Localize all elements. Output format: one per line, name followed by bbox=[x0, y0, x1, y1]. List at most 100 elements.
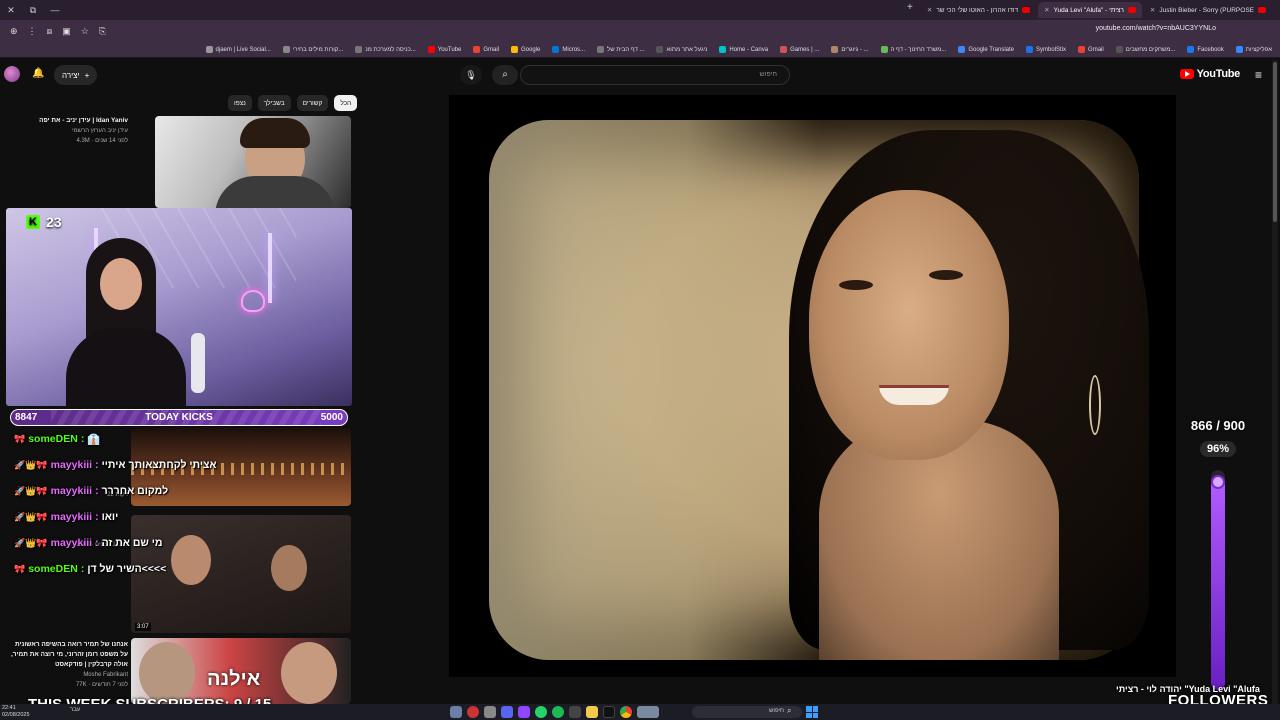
twitch-icon[interactable] bbox=[518, 706, 530, 718]
tab-label: Yuda Levi "Alufa" - רציתי bbox=[1053, 6, 1124, 14]
search-input[interactable]: חיפוש bbox=[520, 65, 790, 85]
bookmark-favicon-icon bbox=[780, 46, 788, 53]
recommendation-meta: עידן יניב - את יפה | Idan Yaniv עידן יני… bbox=[10, 116, 128, 146]
bookmark-item[interactable]: משחקים מחשבים... bbox=[1115, 46, 1176, 53]
close-window-icon[interactable]: ✕ bbox=[0, 5, 22, 16]
bookmark-favicon-icon bbox=[473, 46, 481, 53]
video-player[interactable] bbox=[449, 95, 1176, 677]
bookmark-item[interactable]: קורות מילים בחירי... bbox=[282, 46, 343, 53]
youtube-favicon-icon bbox=[1127, 7, 1136, 13]
maximize-window-icon[interactable]: ⧉ bbox=[22, 5, 44, 16]
bookmark-item[interactable]: Micros... bbox=[552, 46, 585, 53]
recommendation-title[interactable]: אנחנו של תמיר רואה בהשיפה ראשונית על משפ… bbox=[8, 640, 128, 670]
bookmark-item[interactable]: Games | ... bbox=[780, 46, 819, 53]
taskbar-clock[interactable]: 22:41 02/08/2025 bbox=[2, 705, 30, 719]
chrome-icon[interactable] bbox=[620, 706, 632, 718]
install-icon[interactable]: ⎘ bbox=[99, 26, 106, 37]
extensions-icon[interactable]: ⊕ bbox=[10, 26, 18, 37]
recommendation-title[interactable]: עידן יניב - את יפה | Idan Yaniv bbox=[10, 116, 128, 126]
app-icon[interactable] bbox=[484, 706, 496, 718]
bookmark-item[interactable]: כניסה למערכת מנ... bbox=[355, 46, 416, 53]
mic-icon[interactable]: 🎙 bbox=[460, 65, 482, 85]
chip-watched[interactable]: נצפו bbox=[228, 95, 252, 111]
chat-text: 👔 bbox=[87, 433, 101, 446]
bookmark-label: Games | ... bbox=[790, 46, 820, 53]
url-field[interactable]: youtube.com/watch?v=nbAUC3YYNLo bbox=[1096, 25, 1216, 32]
streamer-figure bbox=[66, 238, 186, 406]
spotify-icon[interactable] bbox=[552, 706, 564, 718]
puzzle-icon[interactable]: ⧈ bbox=[47, 26, 53, 37]
close-tab-icon[interactable]: ✕ bbox=[1044, 6, 1049, 14]
browser-titlebar: ✕ ⧉ — + ✕ דודו אהרון - האוטו שלי הכי שר … bbox=[0, 0, 1280, 20]
chat-badges-icon: 🚀👑🎀 bbox=[14, 511, 48, 522]
face-shape bbox=[139, 642, 195, 704]
search-icon[interactable]: ⌕ bbox=[492, 65, 518, 85]
bookmark-label: משחקים מחשבים... bbox=[1125, 46, 1176, 53]
bookmark-item[interactable]: אפליקציות bbox=[1235, 46, 1272, 53]
bookmark-item[interactable]: דף הבית של ... bbox=[597, 46, 644, 53]
bookmark-item[interactable]: משרד החינוך - דף ה... bbox=[880, 46, 946, 53]
chat-username: mayykiii bbox=[50, 459, 93, 471]
new-tab-button[interactable]: + bbox=[901, 2, 919, 18]
bookmark-item[interactable]: djaem | Live Social... bbox=[205, 46, 271, 53]
youtube-favicon-icon bbox=[1022, 7, 1031, 13]
face-shape bbox=[100, 258, 142, 310]
close-tab-icon[interactable]: ✕ bbox=[1150, 6, 1155, 14]
bookmark-favicon-icon bbox=[719, 46, 727, 53]
create-button[interactable]: יצירה + bbox=[54, 65, 98, 85]
app-icon[interactable] bbox=[467, 706, 479, 718]
tab-dudu[interactable]: ✕ דודו אהרון - האוטו שלי הכי שר bbox=[921, 2, 1036, 18]
bookmark-label: ניגעל אתר מתוא bbox=[666, 46, 708, 53]
star-icon[interactable]: ☆ bbox=[81, 26, 89, 37]
bookmark-item[interactable]: YouTube bbox=[427, 46, 461, 53]
chat-separator: : bbox=[80, 433, 85, 445]
followers-goal-percent: 96% bbox=[1200, 441, 1236, 457]
chip-related[interactable]: קשורים bbox=[296, 95, 329, 111]
tiktok-icon[interactable] bbox=[603, 706, 615, 718]
app-icon[interactable] bbox=[569, 706, 581, 718]
chat-message: 🚀👑🎀 mayykiii: מי שם את זה bbox=[14, 530, 354, 556]
bookmark-item[interactable]: SymbolStix bbox=[1026, 46, 1066, 53]
chip-all[interactable]: הכל bbox=[334, 95, 358, 111]
bookmark-favicon-icon bbox=[1026, 46, 1034, 53]
chat-text: השיר של דן<<<< bbox=[87, 563, 167, 575]
avatar[interactable] bbox=[4, 66, 20, 82]
discord-icon[interactable] bbox=[501, 706, 513, 718]
chat-text: מי שם את זה bbox=[101, 537, 163, 549]
whatsapp-icon[interactable] bbox=[535, 706, 547, 718]
youtube-logo[interactable]: YouTube bbox=[1179, 68, 1240, 80]
close-tab-icon[interactable]: ✕ bbox=[927, 6, 932, 14]
language-indicator[interactable]: עבר bbox=[70, 707, 80, 713]
folder-icon[interactable] bbox=[586, 706, 598, 718]
clock-date: 02/08/2025 bbox=[2, 712, 30, 718]
hamburger-menu-icon[interactable]: ≡ bbox=[1255, 68, 1262, 82]
chip-for-you[interactable]: בשבילך bbox=[257, 95, 291, 111]
menu-icon[interactable]: ⋮ bbox=[28, 26, 37, 37]
earring-shape bbox=[1089, 375, 1101, 435]
tab-yuda-levi[interactable]: ✕ Yuda Levi "Alufa" - רציתי bbox=[1038, 2, 1142, 18]
tab-justin-bieber[interactable]: ✕ Justin Bieber - Sorry (PURPOSE bbox=[1144, 2, 1272, 18]
bookmark-item[interactable]: גיוגרים - ... bbox=[831, 46, 869, 53]
bookmark-item[interactable]: Google bbox=[511, 46, 540, 53]
chat-separator: : bbox=[95, 537, 99, 549]
recommendation-channel[interactable]: עידן יניב הערוץ הרשמי bbox=[10, 126, 128, 136]
app-icon[interactable] bbox=[637, 706, 659, 718]
taskbar-search-input[interactable]: חיפוש bbox=[692, 706, 802, 718]
windows-start-icon[interactable] bbox=[806, 706, 818, 718]
minimize-window-icon[interactable]: — bbox=[44, 5, 66, 15]
bookmark-item[interactable]: Google Translate bbox=[958, 46, 1014, 53]
bookmark-item[interactable]: Gmail bbox=[1078, 46, 1104, 53]
bookmark-favicon-icon bbox=[1115, 46, 1123, 53]
recommendation-thumbnail[interactable]: אילנה bbox=[131, 638, 351, 704]
settings-icon[interactable] bbox=[450, 706, 462, 718]
face-shape bbox=[809, 190, 1009, 460]
bookmark-item[interactable]: Gmail bbox=[473, 46, 499, 53]
recommendation-channel[interactable]: Moshe Fabrikant bbox=[8, 670, 128, 680]
tabs-icon[interactable]: ▣ bbox=[62, 26, 71, 37]
scrollbar-thumb[interactable] bbox=[1273, 62, 1277, 222]
recommendation-thumbnail[interactable] bbox=[155, 116, 351, 208]
bell-icon[interactable]: 🔔 bbox=[32, 68, 44, 79]
bookmark-item[interactable]: ניגעל אתר מתוא bbox=[656, 46, 707, 53]
bookmark-item[interactable]: Facebook bbox=[1187, 46, 1224, 53]
bookmark-item[interactable]: Home - Canva bbox=[719, 46, 768, 53]
